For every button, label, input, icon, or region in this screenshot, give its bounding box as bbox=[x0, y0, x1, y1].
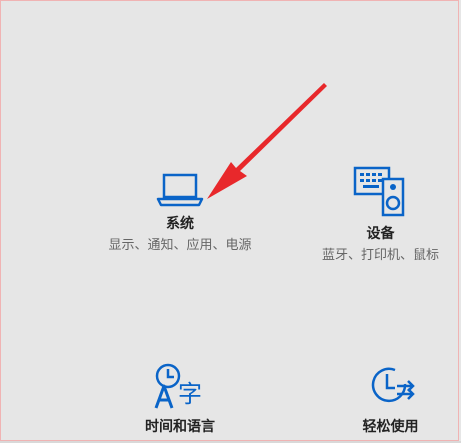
tile-title: 轻松使用 bbox=[362, 419, 419, 435]
svg-text:字: 字 bbox=[178, 380, 202, 408]
settings-tile-time-language[interactable]: 字 时间和语言 bbox=[110, 362, 250, 436]
tile-description: 显示、通知、应用、电源 bbox=[108, 238, 252, 253]
tile-description: 蓝牙、打印机、鼠标 bbox=[321, 248, 439, 263]
tile-title: 时间和语言 bbox=[145, 419, 215, 435]
tile-title: 系统 bbox=[166, 216, 194, 232]
ease-of-access-icon bbox=[371, 367, 415, 403]
laptop-icon bbox=[156, 173, 204, 207]
settings-tile-system[interactable]: 系统 显示、通知、应用、电源 bbox=[100, 165, 260, 255]
settings-tile-ease-of-access[interactable]: 轻松使用 bbox=[320, 362, 461, 436]
settings-tile-devices[interactable]: 设备 蓝牙、打印机、鼠标 bbox=[300, 165, 461, 265]
keyboard-speaker-icon bbox=[353, 166, 404, 217]
time-language-icon: 字 bbox=[154, 363, 202, 409]
tile-title: 设备 bbox=[366, 226, 395, 242]
